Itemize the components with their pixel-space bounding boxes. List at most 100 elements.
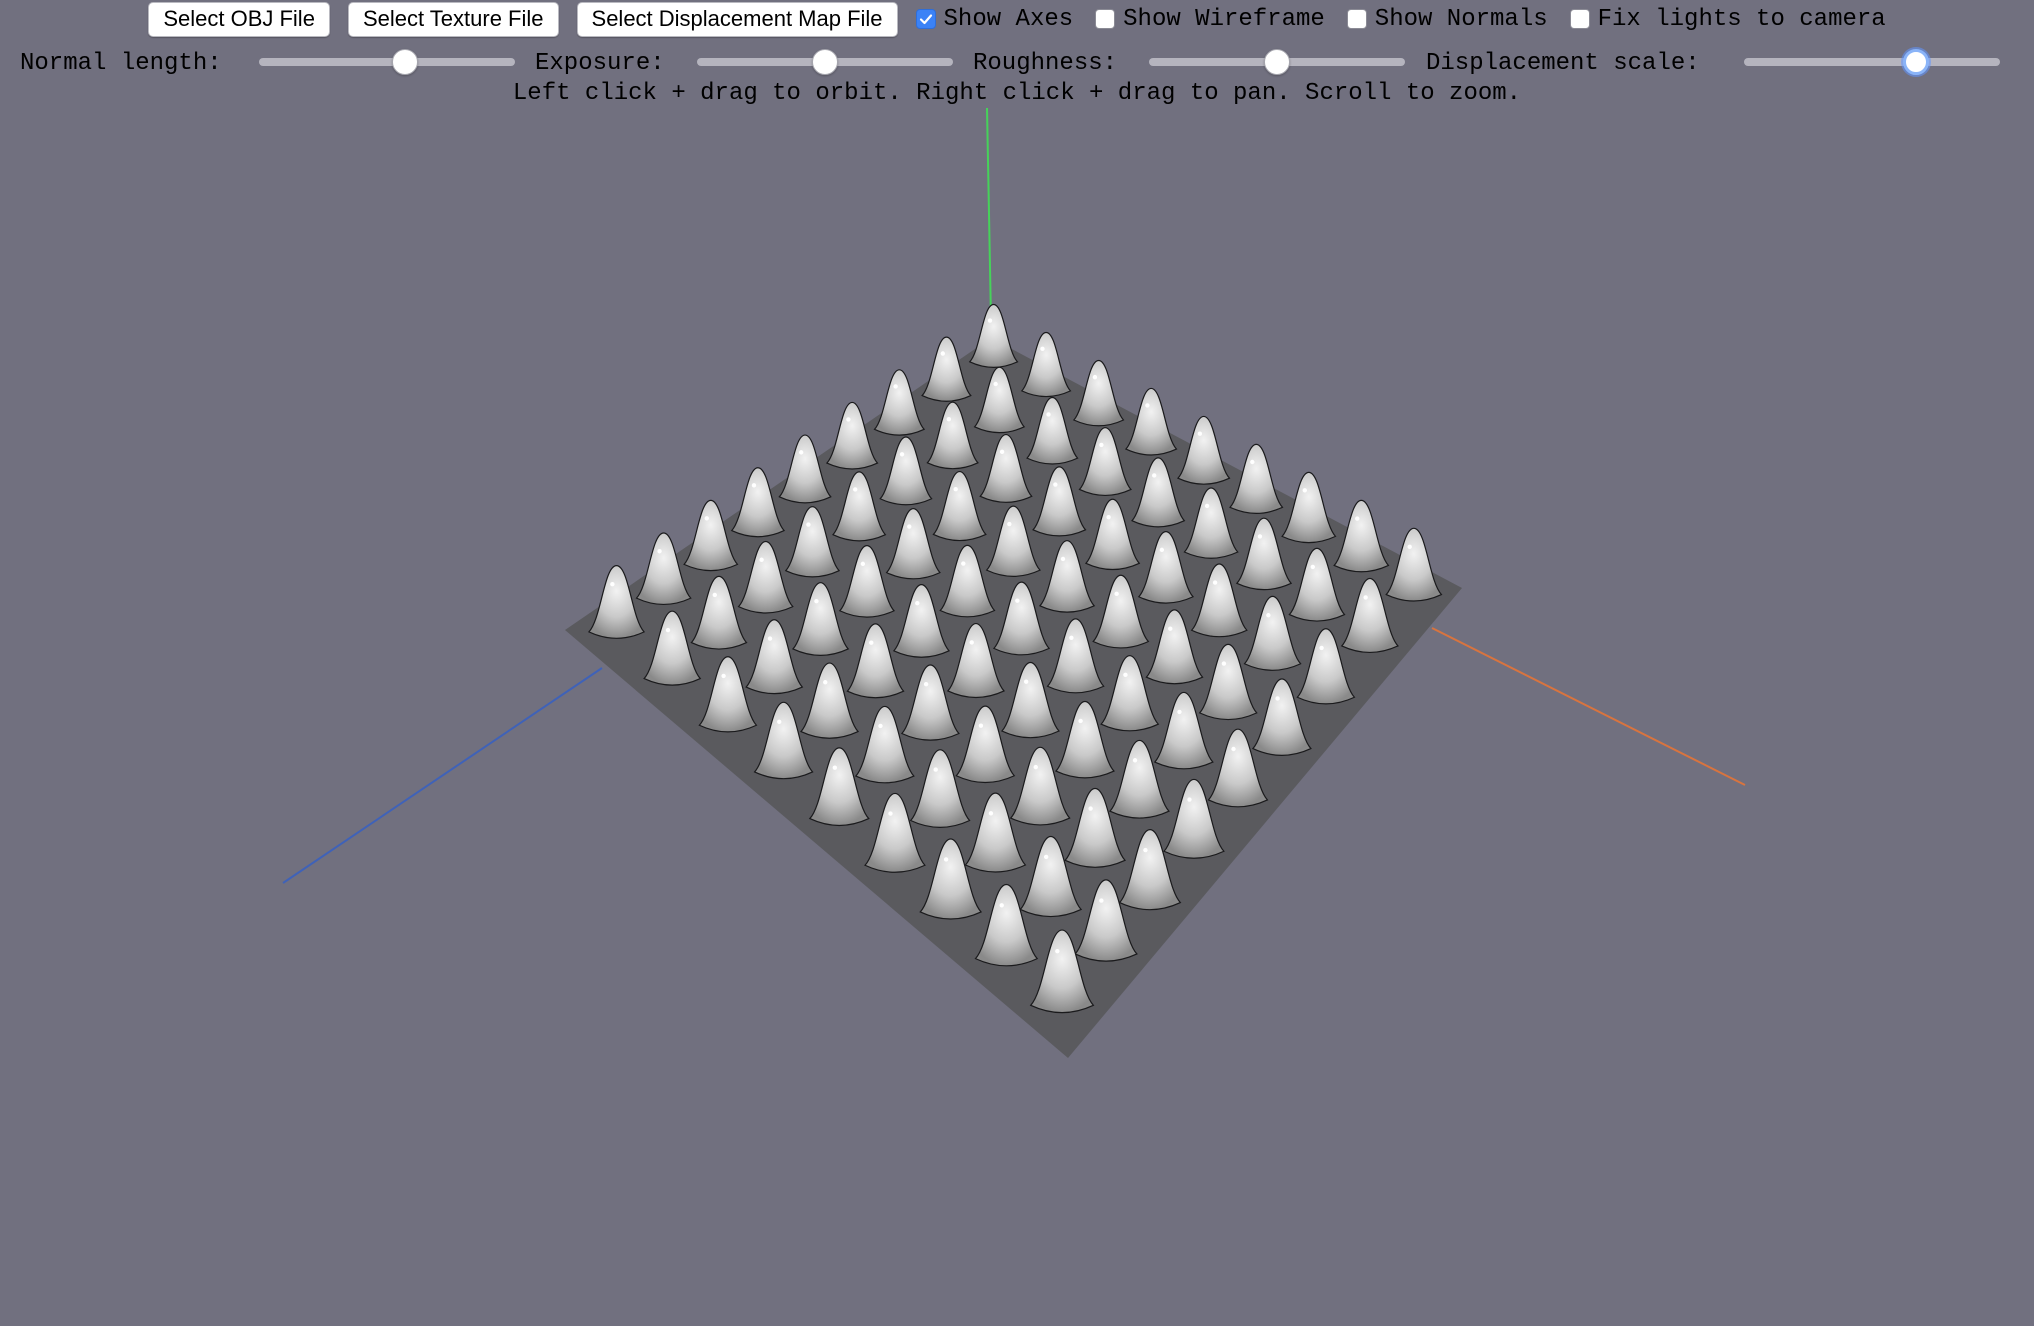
mesh-specular-highlight: [1212, 580, 1218, 585]
mesh-bump: [968, 303, 1019, 368]
mesh-specular-highlight: [1092, 374, 1098, 380]
mesh-specular-highlight: [1319, 645, 1324, 651]
mesh-specular-highlight: [1407, 544, 1412, 550]
mesh-specular-highlight: [1231, 746, 1236, 752]
mesh-specular-highlight: [1043, 854, 1049, 860]
mesh-specular-highlight: [610, 581, 615, 587]
mesh-specular-highlight: [1250, 459, 1255, 465]
mesh-specular-highlight: [767, 636, 773, 641]
mesh-specular-highlight: [1088, 806, 1093, 811]
mesh-specular-highlight: [806, 522, 811, 527]
controls-hint: Left click + drag to orbit. Right click …: [512, 79, 1522, 107]
show-normals-label: Show Normals: [1374, 5, 1548, 33]
mesh-specular-highlight: [1069, 635, 1074, 640]
displacement-scale-slider[interactable]: [1744, 49, 2000, 75]
app-root: Select OBJ File Select Texture File Sele…: [0, 0, 2034, 1326]
mesh-specular-highlight: [1159, 547, 1165, 553]
mesh-specular-highlight: [993, 381, 998, 387]
mesh-specular-highlight: [1257, 534, 1263, 539]
mesh-specular-highlight: [899, 452, 905, 457]
normal-length-thumb[interactable]: [392, 49, 419, 75]
mesh-specular-highlight: [665, 627, 671, 633]
mesh-specular-highlight: [1114, 591, 1119, 597]
mesh-specular-highlight: [1197, 431, 1203, 436]
mesh-specular-highlight: [1106, 514, 1111, 520]
mesh-specular-highlight: [1221, 661, 1227, 666]
x-axis-line: [1431, 627, 1746, 786]
roughness-label: Roughness:: [973, 50, 1118, 77]
show-wireframe-checkbox[interactable]: [1095, 9, 1116, 29]
mesh-specular-highlight: [999, 449, 1005, 455]
mesh-specular-highlight: [1204, 503, 1210, 509]
mesh-specular-highlight: [969, 640, 974, 645]
mesh-specular-highlight: [1302, 488, 1307, 493]
mesh-specular-highlight: [1266, 613, 1271, 618]
mesh-specular-highlight: [798, 450, 804, 455]
show-normals-checkbox[interactable]: [1346, 9, 1367, 29]
mesh-specular-highlight: [988, 811, 994, 816]
select-texture-button[interactable]: Select Texture File: [347, 1, 559, 37]
mesh-specular-highlight: [751, 483, 757, 488]
mesh-specular-highlight: [814, 599, 819, 604]
mesh-specular-highlight: [721, 673, 726, 679]
show-axes-checkbox[interactable]: [915, 9, 936, 29]
mesh-specular-highlight: [1099, 898, 1104, 903]
mesh-specular-highlight: [1363, 595, 1368, 600]
mesh-specular-highlight: [933, 767, 938, 772]
select-displacement-button[interactable]: Select Displacement Map File: [576, 1, 898, 37]
show-normals-toggle[interactable]: Show Normals: [1346, 5, 1548, 33]
mesh-specular-highlight: [1040, 346, 1045, 352]
exposure-label: Exposure:: [535, 50, 665, 77]
mesh-specular-highlight: [1053, 482, 1058, 487]
mesh-specular-highlight: [712, 592, 718, 598]
roughness-slider[interactable]: [1149, 49, 1405, 75]
mesh-specular-highlight: [961, 561, 966, 566]
y-axis-line: [986, 107, 992, 321]
mesh-specular-highlight: [1123, 672, 1128, 678]
mesh-specular-highlight: [823, 680, 828, 685]
normal-length-slider[interactable]: [259, 49, 515, 75]
show-axes-toggle[interactable]: Show Axes: [915, 5, 1074, 33]
displaced-mesh: [565, 303, 1462, 1058]
mesh-specular-highlight: [1023, 679, 1029, 684]
mesh-specular-highlight: [923, 681, 929, 687]
z-axis-line: [282, 667, 603, 884]
select-obj-button[interactable]: Select OBJ File: [148, 1, 330, 37]
roughness-thumb[interactable]: [1264, 49, 1290, 75]
fix-lights-toggle[interactable]: Fix lights to camera: [1569, 6, 1886, 33]
mesh-specular-highlight: [1046, 412, 1051, 417]
mesh-specular-highlight: [1143, 847, 1148, 853]
mesh-specular-highlight: [915, 600, 920, 606]
mesh-specular-highlight: [888, 811, 893, 816]
mesh-specular-highlight: [893, 384, 898, 389]
show-wireframe-toggle[interactable]: Show Wireframe: [1095, 6, 1325, 33]
mesh-specular-highlight: [1007, 521, 1012, 527]
exposure-thumb[interactable]: [812, 49, 838, 75]
mesh-specular-highlight: [1033, 764, 1038, 770]
mesh-specular-highlight: [953, 486, 958, 492]
mesh-specular-highlight: [987, 318, 993, 323]
mesh-specular-highlight: [940, 351, 946, 356]
mesh-specular-highlight: [777, 719, 782, 724]
mesh-specular-highlight: [978, 723, 984, 728]
exposure-slider[interactable]: [697, 49, 953, 75]
slider-toolbar: Normal length: Exposure: Roughness: Disp…: [0, 44, 2034, 80]
mesh-specular-highlight: [1355, 516, 1360, 521]
mesh-specular-highlight: [759, 557, 764, 562]
fix-lights-checkbox[interactable]: [1569, 9, 1590, 29]
mesh-specular-highlight: [1055, 948, 1060, 954]
mesh-specular-highlight: [946, 416, 952, 422]
show-axes-label: Show Axes: [943, 5, 1074, 33]
3d-viewport[interactable]: [0, 0, 2034, 1326]
mesh-specular-highlight: [1132, 758, 1138, 763]
checkmark-icon: [919, 14, 932, 25]
displacement-scale-thumb[interactable]: [1902, 49, 1929, 75]
mesh-specular-highlight: [1145, 403, 1150, 408]
mesh-specular-highlight: [846, 417, 851, 422]
mesh-specular-highlight: [878, 723, 883, 729]
mesh-specular-highlight: [1187, 797, 1192, 802]
show-wireframe-label: Show Wireframe: [1123, 5, 1325, 33]
mesh-specular-highlight: [999, 903, 1004, 908]
mesh-specular-highlight: [907, 524, 912, 529]
mesh-specular-highlight: [1177, 709, 1182, 715]
